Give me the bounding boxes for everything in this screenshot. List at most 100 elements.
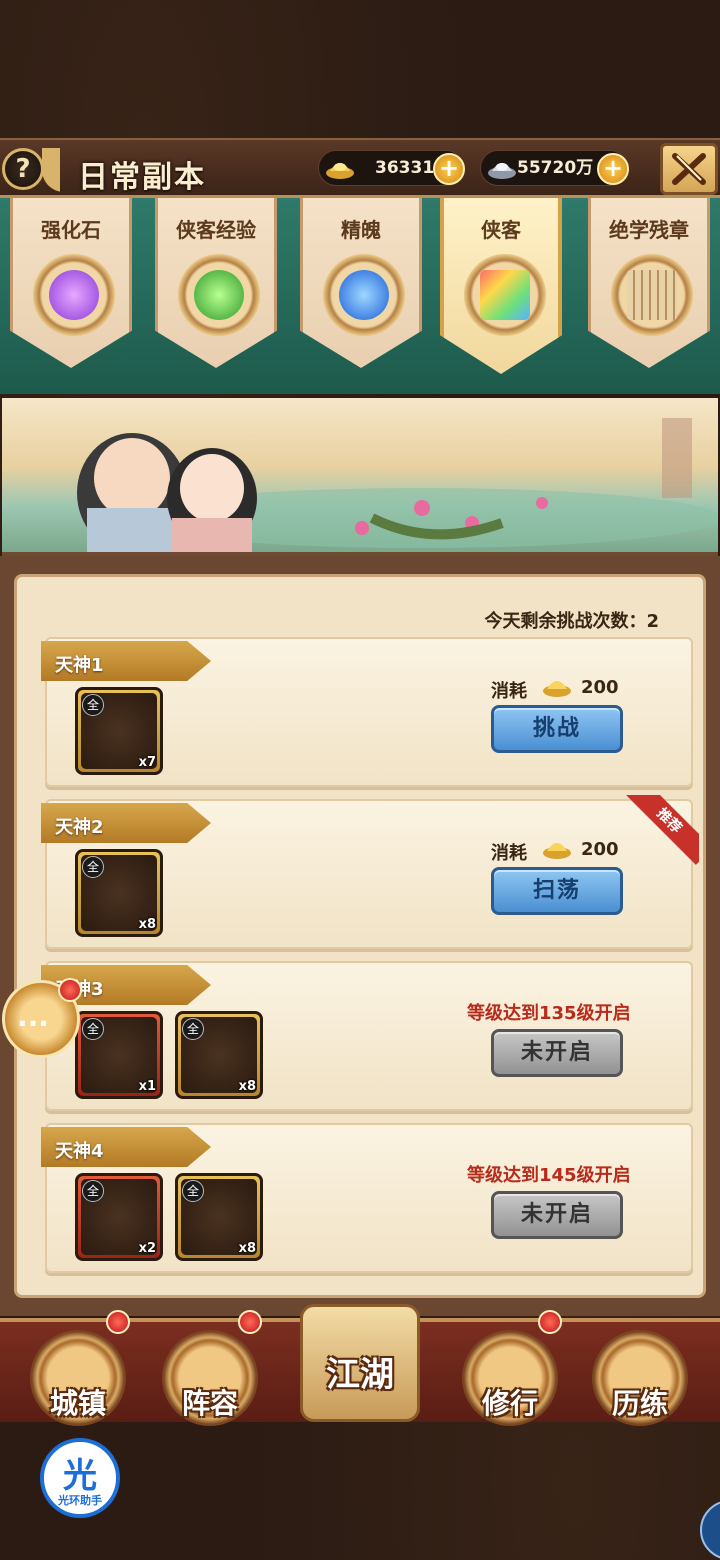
halo-helper-button[interactable]: 光 光环助手 [40, 1438, 120, 1518]
item-count: x8 [238, 1241, 256, 1256]
chat-notification-dot [58, 978, 82, 1002]
cost-value: 200 [581, 839, 619, 860]
stage-list-panel: 今天剩余挑战次数：2 天神1 全 x7 消耗 200 挑战 天神2 全 x8 消… [0, 556, 720, 1316]
nav-label: 修行 [481, 1387, 538, 1420]
locked-button[interactable]: 未开启 [491, 1191, 623, 1239]
reward-item[interactable]: 全 x2 [75, 1173, 163, 1261]
tab-medal [611, 254, 693, 336]
nav-label: 历练 [611, 1387, 668, 1420]
tab-hero[interactable]: 侠客 [440, 198, 562, 374]
nav-jianghu[interactable]: 江湖 [300, 1304, 420, 1422]
tab-skill-pages[interactable]: 绝学残章 [588, 198, 710, 368]
cost-display: 消耗 200 [491, 677, 619, 703]
tab-medal [33, 254, 115, 336]
reward-item[interactable]: 全 x8 [75, 849, 163, 937]
tab-medal [323, 254, 405, 336]
locked-button[interactable]: 未开启 [491, 1029, 623, 1077]
gold-ingot-icon [543, 843, 571, 859]
tab-label: 精魄 [341, 218, 381, 242]
hero-token-icon [480, 270, 530, 320]
gold-ingot-icon [326, 163, 354, 179]
stage-name: 天神1 [55, 655, 104, 676]
cultivate-notification-dot [538, 1310, 562, 1334]
sweep-button[interactable]: 扫荡 [491, 867, 623, 915]
gold-currency: 36331 + [318, 150, 465, 186]
close-swords-icon [672, 153, 706, 185]
cost-display: 消耗 200 [491, 839, 619, 865]
stage-row: 天神1 全 x7 消耗 200 挑战 [41, 637, 693, 787]
gold-ingot-icon [543, 681, 571, 697]
item-tag: 全 [82, 1180, 104, 1202]
reward-item[interactable]: 全 x8 [175, 1011, 263, 1099]
nav-training[interactable]: 历练 [592, 1330, 688, 1426]
unlock-requirement: 等级达到145级开启 [467, 1165, 631, 1186]
silver-currency: 55720万 + [480, 150, 629, 186]
tab-spirit[interactable]: 精魄 [300, 198, 422, 368]
challenge-button[interactable]: 挑战 [491, 705, 623, 753]
panel-inner: 今天剩余挑战次数：2 天神1 全 x7 消耗 200 挑战 天神2 全 x8 消… [14, 574, 706, 1298]
helper-icon: 光 [63, 1456, 97, 1496]
cost-value: 200 [581, 677, 619, 698]
purple-gem-icon [49, 270, 99, 320]
silver-ingot-icon [488, 163, 516, 179]
unlock-requirement: 等级达到135级开启 [467, 1003, 631, 1024]
recommended-badge: 推荐 [623, 795, 699, 871]
nav-town[interactable]: 城镇 [30, 1330, 126, 1426]
item-tag: 全 [182, 1180, 204, 1202]
item-count: x8 [238, 1079, 256, 1094]
item-count: x2 [138, 1241, 156, 1256]
header-bar: ? 日常副本 36331 + 55720万 + [0, 138, 720, 198]
tab-label: 侠客经验 [176, 218, 256, 242]
scroll-pages-icon [627, 270, 677, 320]
gold-value: 36331 [375, 158, 435, 178]
tab-enhance-stone[interactable]: 强化石 [10, 198, 132, 368]
dungeon-tab-bar: 强化石 侠客经验 精魄 侠客 绝学残章 [0, 198, 720, 394]
stage-name: 天神2 [55, 817, 104, 838]
stage-row: 天神3 全 x1 全 x8 等级达到135级开启 未开启 [41, 961, 693, 1111]
stage-name: 天神4 [55, 1141, 104, 1162]
item-count: x7 [138, 755, 156, 770]
exp-orb-icon [194, 270, 244, 320]
lineup-notification-dot [238, 1310, 262, 1334]
stage-row: 天神2 全 x8 消耗 200 扫荡 推荐 [41, 795, 699, 949]
add-gold-button[interactable]: + [433, 153, 465, 185]
stage-ribbon: 天神2 [41, 803, 211, 843]
chat-icon: ··· [17, 1007, 49, 1040]
reward-item[interactable]: 全 x8 [175, 1173, 263, 1261]
blue-spirit-icon [339, 270, 389, 320]
cost-label: 消耗 [491, 843, 527, 864]
item-tag: 全 [82, 694, 104, 716]
item-tag: 全 [82, 856, 104, 878]
close-button[interactable] [660, 143, 718, 195]
nav-lineup[interactable]: 阵容 [162, 1330, 258, 1426]
item-count: x8 [138, 917, 156, 932]
town-notification-dot [106, 1310, 130, 1334]
item-tag: 全 [82, 1018, 104, 1040]
item-count: x1 [138, 1079, 156, 1094]
recommended-label: 推荐 [625, 795, 699, 865]
help-button[interactable]: ? [2, 148, 44, 190]
reward-item[interactable]: 全 x7 [75, 687, 163, 775]
item-tag: 全 [182, 1018, 204, 1040]
bottom-nav: 城镇 阵容 江湖 修行 历练 [0, 1304, 720, 1426]
remaining-attempts-text: 今天剩余挑战次数：2 [484, 611, 659, 632]
tab-medal [464, 254, 546, 336]
tab-hero-exp[interactable]: 侠客经验 [155, 198, 277, 368]
silver-value: 55720万 [517, 158, 594, 178]
stage-ribbon: 天神1 [41, 641, 211, 681]
add-silver-button[interactable]: + [597, 153, 629, 185]
tab-label: 绝学残章 [609, 218, 689, 242]
cost-label: 消耗 [491, 681, 527, 702]
nav-cultivate[interactable]: 修行 [462, 1330, 558, 1426]
helper-label: 光环助手 [58, 1494, 102, 1507]
tab-label: 强化石 [41, 218, 101, 242]
nav-label: 江湖 [326, 1355, 394, 1395]
page-title: 日常副本 [78, 160, 206, 195]
stage-banner-illustration [2, 398, 718, 556]
nav-label: 城镇 [49, 1387, 106, 1420]
tab-label: 侠客 [481, 218, 521, 242]
stage-row: 天神4 全 x2 全 x8 等级达到145级开启 未开启 [41, 1123, 693, 1273]
reward-item[interactable]: 全 x1 [75, 1011, 163, 1099]
tab-medal [178, 254, 260, 336]
stage-ribbon: 天神4 [41, 1127, 211, 1167]
